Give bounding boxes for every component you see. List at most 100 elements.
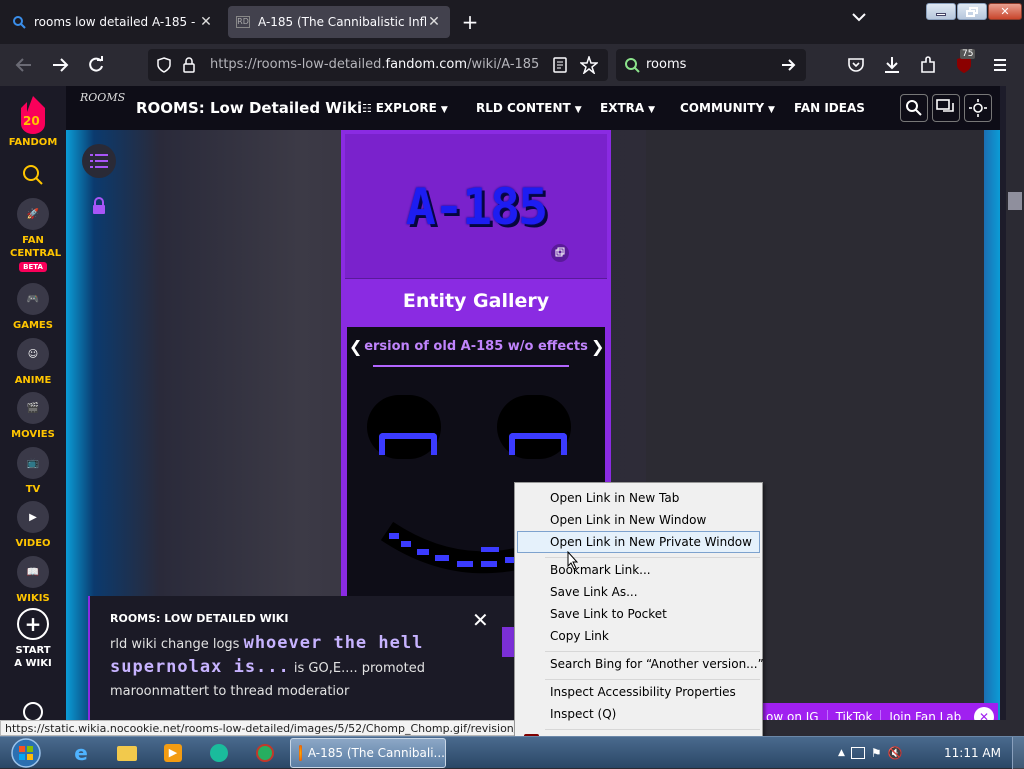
show-desktop-button[interactable] — [1012, 737, 1024, 769]
tab-close-icon[interactable]: ✕ — [198, 14, 214, 30]
menu-item-save-to-pocket[interactable]: Save Link to Pocket — [517, 603, 760, 625]
back-button[interactable] — [14, 55, 34, 75]
app-icon — [256, 744, 274, 762]
tab-a185[interactable]: RD A-185 (The Cannibalistic Influen ✕ — [228, 6, 450, 38]
rail-item-games[interactable]: 🎮 GAMES — [0, 283, 66, 332]
fanlab-tiktok-link[interactable]: TikTok — [828, 710, 882, 720]
url-text[interactable]: https://rooms-low-detailed.fandom.com/wi… — [210, 57, 539, 72]
menu-item-copy-link[interactable]: Copy Link — [517, 625, 760, 647]
rail-item-anime[interactable]: ☺ ANIME — [0, 338, 66, 387]
rail-item-start-a-wiki[interactable]: + START A WIKI — [0, 608, 66, 670]
theme-toggle-button[interactable] — [964, 94, 992, 122]
infobox-title-image[interactable]: A-185 — [345, 134, 607, 279]
close-icon[interactable]: ✕ — [472, 608, 489, 632]
close-icon[interactable]: ✕ — [974, 707, 994, 720]
wiki-notification-popup[interactable]: ROOMS: LOW DETAILED WIKI ✕ rld wiki chan… — [88, 596, 518, 720]
bookmark-star-icon[interactable] — [580, 56, 598, 74]
nav-extra[interactable]: EXTRA ▼ — [600, 101, 655, 115]
wiki-name[interactable]: ROOMS: Low Detailed Wiki — [136, 99, 362, 117]
reload-button[interactable] — [86, 55, 106, 75]
tab-search-results[interactable]: rooms low detailed A-185 - Sea ✕ — [4, 6, 222, 38]
list-all-tabs-button[interactable] — [852, 12, 866, 22]
arrow-right-icon[interactable] — [780, 57, 796, 73]
scrollbar[interactable] — [1006, 86, 1024, 720]
menu-item-open-private-window[interactable]: Open Link in New Private Window — [517, 531, 760, 553]
tray-expand-icon[interactable]: ▲ — [838, 748, 845, 758]
nav-explore[interactable]: ☷ EXPLORE ▼ — [362, 101, 448, 115]
close-window-button[interactable]: ✕ — [988, 3, 1022, 20]
pocket-button[interactable] — [846, 55, 866, 75]
rail-item-fan-central[interactable]: 🚀 FAN CENTRAL BETA — [0, 198, 66, 272]
rail-label: ANIME — [14, 375, 52, 386]
nav-fan-ideas[interactable]: FAN IDEAS — [794, 101, 865, 115]
discussions-button[interactable] — [932, 94, 960, 122]
gallery-caption[interactable]: ersion of old A-185 w/o effects — [363, 339, 589, 354]
menu-item-open-new-window[interactable]: Open Link in New Window — [517, 509, 760, 531]
taskbar-explorer[interactable] — [106, 739, 148, 767]
flag-icon[interactable]: ⚑ — [871, 746, 882, 760]
menu-item-search-bing[interactable]: Search Bing for “Another version...” — [517, 653, 764, 675]
fanlab-ig-link[interactable]: ow on IG — [758, 710, 828, 720]
menu-item-inspect[interactable]: Inspect (Q) — [517, 703, 760, 725]
taskbar-app-teal[interactable] — [198, 739, 240, 767]
fan-lab-bar[interactable]: ow on IG TikTok Join Fan Lab ✕ — [758, 703, 998, 720]
search-input[interactable]: rooms — [646, 57, 686, 72]
divider — [345, 278, 607, 279]
reader-view-icon[interactable] — [552, 57, 568, 73]
clock[interactable]: 11:11 AM — [944, 746, 1001, 760]
user-avatar[interactable] — [0, 702, 66, 720]
taskbar-window-title: A-185 (The Cannibali... — [307, 746, 445, 760]
tab-close-icon[interactable]: ✕ — [426, 14, 442, 30]
menu-item-save-link-as[interactable]: Save Link As... — [517, 581, 760, 603]
gallery-prev-button[interactable]: ❮ — [349, 337, 362, 356]
menu-item-bookmark-link[interactable]: Bookmark Link... — [517, 559, 760, 581]
rail-label: GAMES — [13, 320, 53, 331]
rail-item-movies[interactable]: 🎬 MOVIES — [0, 392, 66, 441]
extensions-button[interactable] — [918, 55, 938, 75]
menu-button[interactable] — [990, 55, 1010, 75]
volume-muted-icon[interactable]: 🔇 — [888, 746, 903, 760]
nav-rld-content[interactable]: RLD CONTENT ▼ — [476, 101, 582, 115]
taskbar-media-player[interactable]: ▶ — [152, 739, 194, 767]
gallery-next-button[interactable]: ❯ — [591, 337, 604, 356]
menu-item-open-new-tab[interactable]: Open Link in New Tab — [517, 487, 760, 509]
taskbar-ie[interactable]: e — [60, 739, 102, 767]
download-icon — [885, 57, 899, 73]
table-of-contents-button[interactable] — [82, 144, 116, 178]
url-bar[interactable]: https://rooms-low-detailed.fandom.com/wi… — [148, 49, 608, 81]
tab-title: A-185 (The Cannibalistic Influen — [258, 15, 426, 29]
protection-indicator[interactable] — [82, 189, 116, 223]
downloads-button[interactable] — [882, 55, 902, 75]
new-tab-button[interactable]: + — [458, 10, 482, 34]
start-button[interactable] — [6, 737, 46, 769]
minimize-button[interactable] — [926, 3, 956, 20]
popup-text: rld wiki change logs — [110, 637, 240, 652]
menu-item-inspect-accessibility[interactable]: Inspect Accessibility Properties — [517, 681, 760, 703]
taskbar-app-green[interactable] — [244, 739, 286, 767]
taskbar-firefox-window[interactable]: A-185 (The Cannibali... — [290, 738, 446, 768]
nav-community[interactable]: COMMUNITY ▼ — [680, 101, 775, 115]
ublock-button[interactable]: 75 — [954, 49, 976, 75]
scrollbar-thumb[interactable] — [1008, 192, 1022, 210]
fandom-logo-number: 20 — [23, 114, 40, 128]
lock-icon[interactable] — [182, 57, 196, 73]
shield-icon[interactable] — [156, 57, 172, 73]
fandom-logo[interactable]: 20 FANDOM — [0, 94, 66, 149]
search-bar[interactable]: rooms — [616, 49, 806, 81]
arrow-right-icon — [53, 58, 69, 72]
rail-item-tv[interactable]: 📺 TV — [0, 447, 66, 496]
rail-item-video[interactable]: ▶ VIDEO — [0, 501, 66, 550]
eye-brow — [379, 433, 437, 455]
restore-button[interactable] — [957, 3, 987, 20]
expand-image-icon[interactable] — [551, 244, 569, 262]
wiki-logo[interactable]: ROOMS — [80, 92, 125, 124]
wiki-search-button[interactable] — [900, 94, 928, 122]
rail-search[interactable] — [0, 164, 66, 186]
forward-button[interactable] — [50, 55, 70, 75]
popup-body[interactable]: rld wiki change logs whoever the hell su… — [110, 632, 490, 703]
gamepad-icon: 🎮 — [17, 283, 49, 315]
rail-item-wikis[interactable]: 📖 WIKIS — [0, 556, 66, 605]
fanlab-join-link[interactable]: Join Fan Lab — [881, 710, 969, 720]
network-icon[interactable] — [850, 747, 865, 759]
context-menu: Open Link in New Tab Open Link in New Wi… — [514, 482, 764, 756]
